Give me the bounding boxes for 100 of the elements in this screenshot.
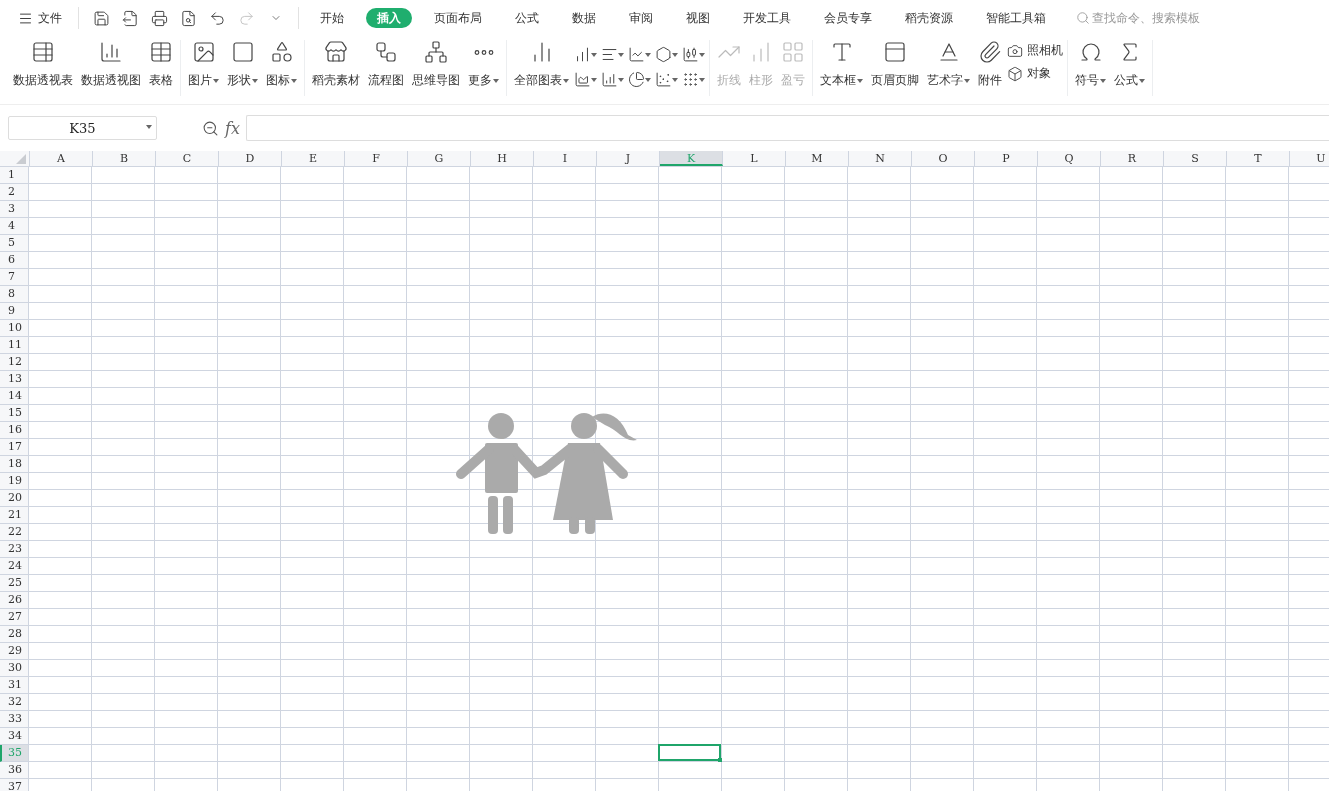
row-header[interactable]: 26 <box>0 592 28 609</box>
ribbon-tab[interactable]: 智能工具箱 <box>975 8 1057 28</box>
row-header[interactable]: 28 <box>0 626 28 643</box>
row-header[interactable]: 10 <box>0 320 28 337</box>
ribbon-button[interactable]: 附件 <box>975 40 1005 96</box>
ribbon-button[interactable]: 公式 <box>1111 40 1148 96</box>
print-icon[interactable] <box>151 9 168 27</box>
row-header[interactable]: 18 <box>0 456 28 473</box>
row-header[interactable]: 36 <box>0 762 28 779</box>
column-header[interactable]: R <box>1101 151 1164 166</box>
column-header[interactable]: S <box>1164 151 1227 166</box>
ribbon-button[interactable]: 数据透视表 <box>10 40 76 96</box>
row-header[interactable]: 7 <box>0 269 28 286</box>
row-header[interactable]: 13 <box>0 371 28 388</box>
preview-icon[interactable] <box>180 9 197 27</box>
row-header[interactable]: 12 <box>0 354 28 371</box>
ribbon-tab[interactable]: 审阅 <box>618 8 664 28</box>
row-header[interactable]: 17 <box>0 439 28 456</box>
ribbon-button[interactable]: 图片 <box>185 40 222 96</box>
column-header[interactable]: O <box>912 151 975 166</box>
column-header[interactable]: A <box>30 151 93 166</box>
column-header[interactable]: C <box>156 151 219 166</box>
column-header[interactable]: H <box>471 151 534 166</box>
row-header[interactable]: 8 <box>0 286 28 303</box>
row-header[interactable]: 37 <box>0 779 28 791</box>
ribbon-tab[interactable]: 公式 <box>504 8 550 28</box>
row-header[interactable]: 2 <box>0 184 28 201</box>
ribbon-button[interactable]: 全部图表 <box>511 40 572 96</box>
column-header[interactable]: I <box>534 151 597 166</box>
ribbon-tab[interactable]: 数据 <box>561 8 607 28</box>
column-header[interactable]: N <box>849 151 912 166</box>
function-button[interactable]: fx <box>225 118 240 138</box>
row-header[interactable]: 20 <box>0 490 28 507</box>
row-header[interactable]: 33 <box>0 711 28 728</box>
row-header[interactable]: 19 <box>0 473 28 490</box>
ribbon-button[interactable]: 数据透视图 <box>78 40 144 96</box>
row-header[interactable]: 16 <box>0 422 28 439</box>
column-header[interactable]: T <box>1227 151 1290 166</box>
ribbon-button[interactable]: 文本框 <box>817 40 866 96</box>
ribbon-button[interactable]: 流程图 <box>365 40 407 96</box>
column-header[interactable]: D <box>219 151 282 166</box>
column-header[interactable]: E <box>282 151 345 166</box>
menu-icon <box>18 10 33 26</box>
export-icon[interactable] <box>122 9 139 27</box>
ribbon-tab[interactable]: 开始 <box>309 8 355 28</box>
row-header[interactable]: 22 <box>0 524 28 541</box>
row-header[interactable]: 6 <box>0 252 28 269</box>
zoom-icon[interactable] <box>202 119 219 137</box>
row-header[interactable]: 14 <box>0 388 28 405</box>
save-icon[interactable] <box>93 9 110 27</box>
ribbon-button[interactable]: 图标 <box>263 40 300 96</box>
column-header[interactable]: G <box>408 151 471 166</box>
row-header[interactable]: 23 <box>0 541 28 558</box>
ribbon-tab[interactable]: 稻壳资源 <box>894 8 964 28</box>
ribbon-tab[interactable]: 视图 <box>675 8 721 28</box>
row-header[interactable]: 24 <box>0 558 28 575</box>
ribbon-button[interactable]: 照相机 <box>1007 42 1063 59</box>
row-header[interactable]: 5 <box>0 235 28 252</box>
combo-chart-icon <box>601 71 618 88</box>
row-header[interactable]: 11 <box>0 337 28 354</box>
line-chart-icon <box>628 46 645 63</box>
column-header[interactable]: B <box>93 151 156 166</box>
ribbon-button[interactable]: 表格 <box>146 40 176 96</box>
column-header[interactable]: F <box>345 151 408 166</box>
formula-field[interactable] <box>245 115 1329 141</box>
table-icon <box>149 40 173 64</box>
row-header[interactable]: 27 <box>0 609 28 626</box>
radar-chart-icon <box>655 46 672 63</box>
selected-cell[interactable] <box>658 744 721 761</box>
ribbon-button[interactable]: 艺术字 <box>924 40 973 96</box>
column-header[interactable]: Q <box>1038 151 1101 166</box>
row-header[interactable]: 32 <box>0 694 28 711</box>
ribbon-button[interactable]: 思维导图 <box>409 40 463 96</box>
row-header[interactable]: 9 <box>0 303 28 320</box>
ribbon-tab[interactable]: 页面布局 <box>423 8 493 28</box>
column-header[interactable]: U <box>1290 151 1329 166</box>
row-header[interactable]: 31 <box>0 677 28 694</box>
undo-icon[interactable] <box>209 9 226 27</box>
column-header[interactable]: P <box>975 151 1038 166</box>
ribbon-button[interactable]: 形状 <box>224 40 261 96</box>
row-header[interactable]: 30 <box>0 660 28 677</box>
name-box[interactable]: K35 <box>8 116 157 140</box>
column-header[interactable]: L <box>723 151 786 166</box>
column-header[interactable]: M <box>786 151 849 166</box>
file-menu[interactable]: 文件 <box>12 5 68 31</box>
ribbon-button[interactable]: 对象 <box>1007 65 1063 82</box>
ribbon-button[interactable]: 更多 <box>465 40 502 96</box>
caret-icon <box>645 77 651 82</box>
ribbon-button[interactable]: 页眉页脚 <box>868 40 922 96</box>
ribbon-button[interactable]: 稻壳素材 <box>309 40 363 96</box>
ribbon-tab[interactable]: 会员专享 <box>813 8 883 28</box>
row-header[interactable]: 3 <box>0 201 28 218</box>
row-header[interactable]: 25 <box>0 575 28 592</box>
row-header[interactable]: 29 <box>0 643 28 660</box>
ribbon-tab[interactable]: 开发工具 <box>732 8 802 28</box>
row-header[interactable]: 15 <box>0 405 28 422</box>
ribbon-button[interactable]: 符号 <box>1072 40 1109 96</box>
row-header[interactable]: 4 <box>0 218 28 235</box>
row-header[interactable]: 21 <box>0 507 28 524</box>
row-header[interactable]: 1 <box>0 167 28 184</box>
